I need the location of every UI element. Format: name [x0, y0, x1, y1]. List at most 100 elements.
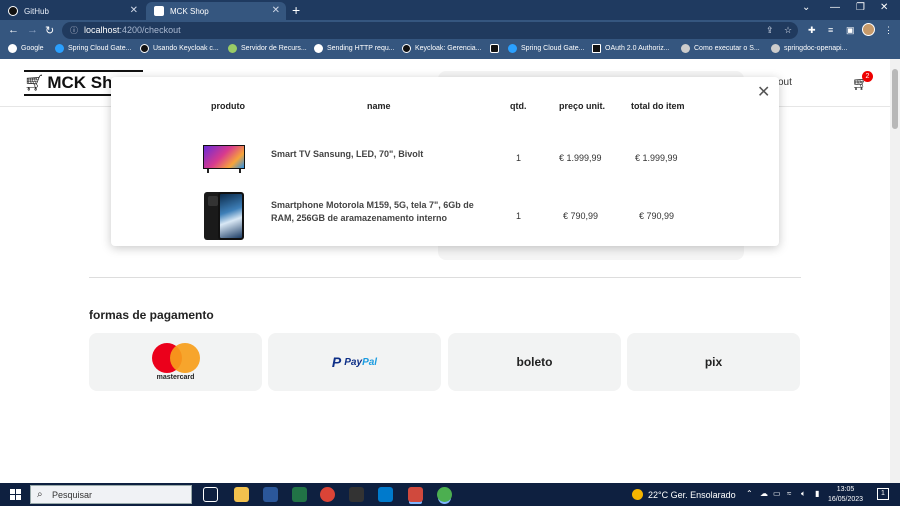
browser-toolbar: ← → ↻ ⓘ localhost:4200/checkout ⇪ ☆ ✚ ≡ … — [0, 20, 900, 41]
mastercard-logo: mastercard — [151, 343, 200, 381]
cart-button[interactable]: 🛒︎ 2 — [852, 71, 873, 93]
column-header-unit-price: preço unit. — [559, 101, 606, 111]
chevron-up-icon[interactable]: ⌃ — [746, 489, 753, 498]
cloud-icon[interactable]: ☁ — [760, 489, 768, 498]
bookmark-item[interactable]: Keycloak: Gerencia... — [402, 44, 482, 53]
close-window-button[interactable]: ✕ — [880, 2, 888, 13]
profile-avatar[interactable] — [862, 23, 875, 36]
bookmark-label: Spring Cloud Gate... — [68, 45, 132, 52]
bookmark-item[interactable]: OAuth 2.0 Authoriz... — [592, 44, 670, 53]
globe-icon — [681, 44, 690, 53]
taskbar-search[interactable]: ⌕ Pesquisar — [30, 485, 192, 504]
forward-button[interactable]: → — [27, 24, 38, 36]
bookmark-item[interactable] — [490, 44, 503, 53]
bookmark-item[interactable]: Servidor de Recurs... — [228, 44, 307, 53]
mastercard-label: mastercard — [156, 374, 195, 381]
address-bar[interactable]: ⓘ localhost:4200/checkout ⇪ ☆ — [62, 22, 798, 39]
star-icon[interactable]: ☆ — [784, 25, 792, 36]
section-divider — [89, 277, 801, 278]
extensions-icon[interactable]: ✚ — [808, 25, 816, 36]
bookmark-item[interactable]: springdoc-openapi... — [771, 44, 847, 53]
weather-widget[interactable]: 22°C Ger. Ensolarado — [632, 489, 736, 500]
product-item-total: € 1.999,99 — [635, 153, 678, 163]
notification-center-icon[interactable]: 1 — [877, 488, 889, 500]
menu-list-icon[interactable]: ≡ — [828, 25, 833, 35]
product-qty: 1 — [516, 153, 522, 163]
product-name-line: RAM, 256GB de aramazenamento interno — [271, 213, 448, 223]
chrome-icon[interactable] — [320, 487, 335, 502]
word-icon[interactable] — [263, 487, 278, 502]
payment-mastercard[interactable]: mastercard — [89, 333, 262, 391]
globe-icon — [228, 44, 237, 53]
paypal-pay-text: Pay — [344, 356, 363, 368]
cart-logo-icon: 🛒︎ — [24, 75, 45, 92]
paypal-label: PayPal — [344, 357, 377, 368]
boleto-label: boleto — [516, 355, 553, 369]
url-host: localhost — [84, 25, 120, 35]
weather-text: 22°C Ger. Ensolarado — [648, 489, 736, 500]
mastercard-icon — [151, 343, 200, 373]
wifi-icon[interactable]: ≈ — [787, 489, 791, 498]
intellij-icon[interactable] — [408, 487, 423, 502]
clock-date: 16/05/2023 — [828, 496, 864, 503]
bookmark-label: springdoc-openapi... — [784, 45, 848, 52]
bookmark-label: Servidor de Recurs... — [241, 45, 307, 52]
tab-mck-shop[interactable]: MCK Shop ✕ — [146, 2, 286, 20]
close-tab-icon[interactable]: ✕ — [272, 5, 280, 16]
vscode-icon[interactable] — [378, 487, 393, 502]
sidebar-icon[interactable]: ▣ — [846, 25, 855, 36]
close-tab-icon[interactable]: ✕ — [130, 5, 138, 16]
tab-label: GitHub — [24, 6, 49, 16]
display-icon[interactable]: ▭ — [773, 489, 781, 498]
file-explorer-icon[interactable] — [234, 487, 249, 502]
bookmark-google[interactable]: Google — [8, 44, 44, 53]
payment-boleto[interactable]: boleto — [448, 333, 621, 391]
excel-icon[interactable] — [292, 487, 307, 502]
system-clock[interactable]: 13:05 16/05/2023 — [828, 485, 863, 505]
battery-icon[interactable]: ▮ — [815, 489, 819, 498]
nav-link-partial[interactable]: out — [778, 77, 792, 88]
windows-start-icon[interactable] — [10, 489, 21, 500]
product-image-tv — [203, 145, 245, 173]
chevron-down-icon[interactable]: ⌄ — [802, 2, 810, 13]
page-scrollbar[interactable] — [890, 59, 900, 483]
new-tab-button[interactable]: + — [292, 2, 300, 18]
browser-tab-strip: GitHub ✕ MCK Shop ✕ + ⌄ — ❐ ✕ — [0, 0, 900, 20]
chrome-active-icon[interactable] — [437, 487, 452, 502]
tab-github[interactable]: GitHub ✕ — [0, 2, 144, 20]
reload-button[interactable]: ↻ — [45, 24, 54, 37]
angular-icon — [154, 6, 164, 16]
cart-items-modal: ✕ produto name qtd. preço unit. total do… — [111, 77, 779, 246]
bookmark-label: Google — [21, 45, 44, 52]
close-icon[interactable]: ✕ — [757, 85, 770, 101]
payment-pix[interactable]: pix — [627, 333, 800, 391]
spring-icon — [55, 44, 64, 53]
task-view-icon[interactable] — [203, 487, 218, 502]
bookmark-label: Usando Keycloak c... — [153, 45, 219, 52]
more-menu-icon[interactable]: ⋮ — [884, 25, 893, 36]
github-icon — [8, 6, 18, 16]
bookmark-item[interactable]: Usando Keycloak c... — [140, 44, 219, 53]
info-icon[interactable]: ⓘ — [70, 25, 78, 36]
bookmark-item[interactable]: Sending HTTP requ... — [314, 44, 395, 53]
minimize-button[interactable]: — — [830, 2, 840, 13]
bookmark-label: OAuth 2.0 Authoriz... — [605, 45, 670, 52]
volume-icon[interactable]: 🔈︎ — [801, 489, 806, 499]
product-name-line: Smart TV Sansung, LED, 70", Bivolt — [271, 149, 424, 159]
dev-icon — [592, 44, 601, 53]
column-header-qty: qtd. — [510, 101, 527, 111]
share-icon[interactable]: ⇪ — [766, 25, 774, 36]
column-header-name: name — [367, 101, 391, 111]
terminal-icon[interactable] — [349, 487, 364, 502]
bookmark-item[interactable]: Spring Cloud Gate... — [508, 44, 584, 53]
scrollbar-thumb[interactable] — [892, 69, 898, 129]
back-button[interactable]: ← — [8, 24, 19, 36]
notification-count: 1 — [881, 490, 885, 497]
bookmark-item[interactable]: Como executar o S... — [681, 44, 760, 53]
video-icon — [140, 44, 149, 53]
bookmark-item[interactable]: Spring Cloud Gate... — [55, 44, 131, 53]
weather-sun-icon — [632, 489, 643, 500]
restore-button[interactable]: ❐ — [856, 2, 865, 13]
product-name: Smartphone Motorola M159, 5G, tela 7", 6… — [271, 199, 474, 225]
payment-paypal[interactable]: P PayPal — [268, 333, 441, 391]
